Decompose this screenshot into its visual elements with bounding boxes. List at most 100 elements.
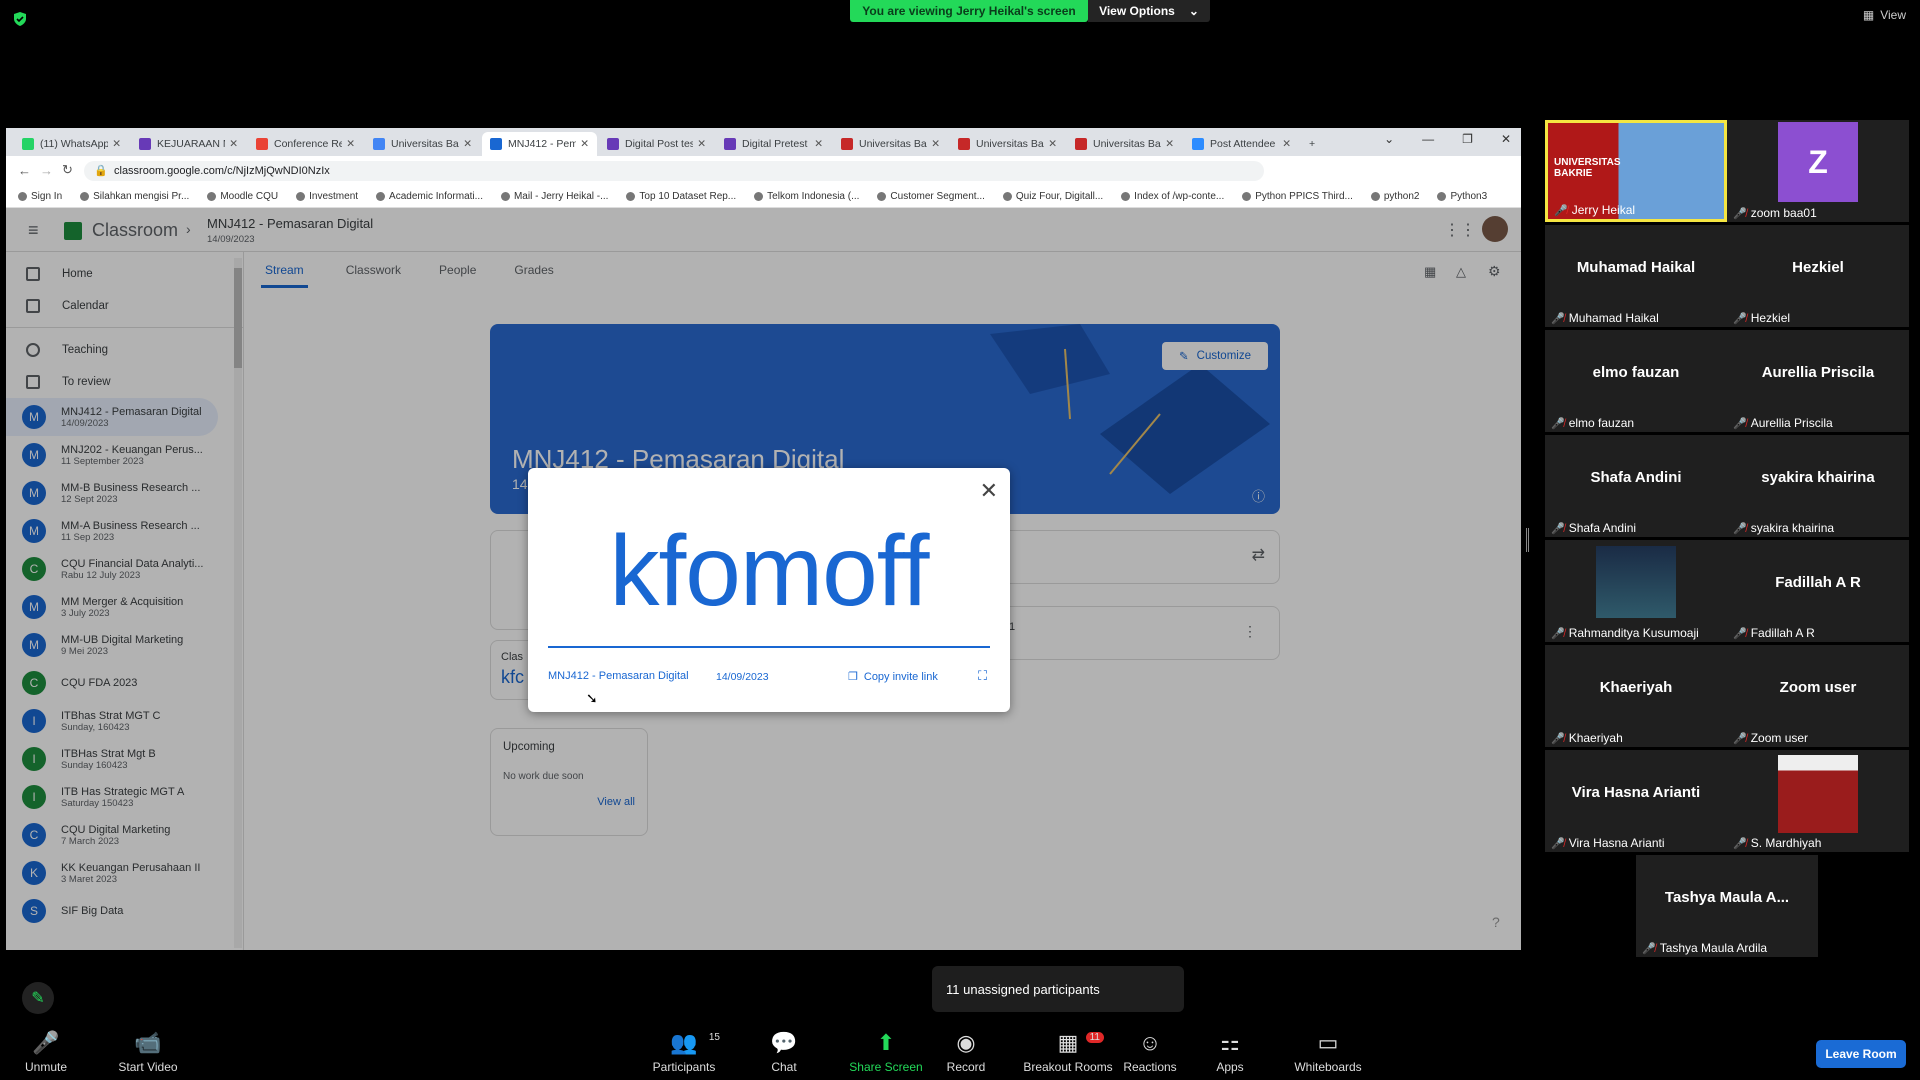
close-icon[interactable]: ✕ bbox=[980, 478, 998, 504]
bookmark-item[interactable]: Quiz Four, Digitall... bbox=[1002, 191, 1103, 202]
tab-close-icon[interactable]: ✕ bbox=[1048, 138, 1057, 150]
toolbar-whiteboards-button[interactable]: ▭ Whiteboards bbox=[1278, 1022, 1378, 1080]
security-shield-icon[interactable] bbox=[12, 11, 28, 27]
view-label: View bbox=[1880, 8, 1906, 22]
participant-tile[interactable]: Aurellia Priscila 🎤̸ Aurellia Priscila bbox=[1727, 330, 1909, 432]
participant-tile[interactable]: Muhamad Haikal 🎤̸ Muhamad Haikal bbox=[1545, 225, 1727, 327]
tab-close-icon[interactable]: ✕ bbox=[1165, 138, 1174, 150]
participant-tile[interactable]: Z 🎤̸ zoom baa01 bbox=[1727, 120, 1909, 222]
participant-tile[interactable]: 🎤̸ Rahmanditya Kusumoaji bbox=[1545, 540, 1727, 642]
participant-tile[interactable]: Tashya Maula A... 🎤̸ Tashya Maula Ardila bbox=[1636, 855, 1818, 957]
tab-close-icon[interactable]: ✕ bbox=[1282, 138, 1291, 150]
participant-label: 🎤̸ S. Mardhiyah bbox=[1733, 836, 1822, 850]
participant-name: Vira Hasna Arianti bbox=[1571, 783, 1701, 801]
copy-invite-link-button[interactable]: ❐ Copy invite link bbox=[848, 670, 938, 684]
bookmark-item[interactable]: Python PPICS Third... bbox=[1242, 191, 1353, 202]
url-field[interactable]: 🔒 classroom.google.com/c/NjIzMjQwNDI0NzI… bbox=[84, 161, 1264, 181]
toolbar-share-screen-button[interactable]: ⬆ Share Screen bbox=[836, 1022, 936, 1080]
leave-room-button[interactable]: Leave Room bbox=[1816, 1040, 1906, 1068]
view-button[interactable]: ▦ View bbox=[1863, 8, 1906, 22]
tab-close-icon[interactable]: ✕ bbox=[814, 138, 823, 150]
bookmark-item[interactable]: Mail - Jerry Heikal -... bbox=[500, 191, 608, 202]
browser-tab[interactable]: Universitas Bak ✕ bbox=[833, 132, 948, 156]
participant-tile[interactable]: elmo fauzan 🎤̸ elmo fauzan bbox=[1545, 330, 1727, 432]
restore-icon[interactable]: ❐ bbox=[1462, 132, 1473, 146]
bookmark-favicon-icon bbox=[80, 192, 90, 201]
bookmark-item[interactable]: Index of /wp-conte... bbox=[1121, 191, 1224, 202]
tab-search-icon[interactable]: ⌄ bbox=[1384, 132, 1394, 146]
close-window-icon[interactable]: ✕ bbox=[1501, 132, 1511, 146]
participant-tile[interactable]: Fadillah A R 🎤̸ Fadillah A R bbox=[1727, 540, 1909, 642]
bookmark-item[interactable]: Python3 bbox=[1437, 191, 1487, 202]
bookmark-item[interactable]: Moodle CQU bbox=[207, 191, 278, 202]
bookmark-item[interactable]: Telkom Indonesia (... bbox=[754, 191, 859, 202]
toolbar-reactions-button[interactable]: ☺ Reactions bbox=[1110, 1022, 1190, 1080]
mic-muted-icon: 🎤̸ bbox=[1551, 732, 1565, 745]
bookmark-item[interactable]: Sign In bbox=[18, 191, 62, 202]
browser-tab[interactable]: Universitas Bak ✕ bbox=[1067, 132, 1182, 156]
participant-name: Khaeriyah bbox=[1599, 678, 1673, 696]
tab-close-icon[interactable]: ✕ bbox=[931, 138, 940, 150]
minimize-icon[interactable]: — bbox=[1422, 132, 1434, 146]
bookmark-item[interactable]: Top 10 Dataset Rep... bbox=[626, 191, 736, 202]
mic-muted-icon: 🎤̸ bbox=[1733, 522, 1747, 535]
panel-resize-handle[interactable] bbox=[1526, 528, 1529, 552]
browser-tab[interactable]: Universitas Bak ✕ bbox=[950, 132, 1065, 156]
bookmark-item[interactable]: Customer Segment... bbox=[877, 191, 985, 202]
chat-icon: 💬 bbox=[770, 1030, 798, 1055]
participant-label: 🎤̸ Vira Hasna Arianti bbox=[1551, 836, 1665, 850]
toolbar-apps-button[interactable]: ⚏ Apps bbox=[1190, 1022, 1270, 1080]
bookmarks-bar: Sign In Silahkan mengisi Pr... Moodle CQU I… bbox=[6, 186, 1521, 208]
participant-label: 🎤̸ Fadillah A R bbox=[1733, 626, 1815, 640]
participant-tile[interactable]: 🎤̸ S. Mardhiyah bbox=[1727, 750, 1909, 852]
toolbar-record-button[interactable]: ◉ Record bbox=[926, 1022, 1006, 1080]
tab-close-icon[interactable]: ✕ bbox=[346, 138, 355, 150]
browser-tab[interactable]: Digital Post test ✕ bbox=[599, 132, 714, 156]
tab-close-icon[interactable]: ✕ bbox=[697, 138, 706, 150]
tab-close-icon[interactable]: ✕ bbox=[229, 138, 238, 150]
tab-close-icon[interactable]: ✕ bbox=[463, 138, 472, 150]
class-code-dialog: ✕ kfomoff MNJ412 - Pemasaran Digital 14/… bbox=[528, 468, 1010, 712]
participant-tile[interactable]: Zoom user 🎤̸ Zoom user bbox=[1727, 645, 1909, 747]
fullscreen-icon[interactable]: ⛶ bbox=[978, 668, 987, 684]
browser-tab[interactable]: Conference Reg✕ bbox=[248, 132, 363, 156]
toolbar-participants-button[interactable]: 👥 15 Participants bbox=[634, 1022, 734, 1080]
toolbar-chat-button[interactable]: 💬 Chat bbox=[744, 1022, 824, 1080]
participant-tile[interactable]: Shafa Andini 🎤̸ Shafa Andini bbox=[1545, 435, 1727, 537]
toolbar-unmute-button[interactable]: 🎤 Unmute bbox=[6, 1022, 86, 1080]
reload-icon[interactable]: ↻ bbox=[62, 162, 73, 178]
new-tab-icon[interactable]: + bbox=[1301, 132, 1331, 156]
universitas-bakrie-logo-text: UNIVERSITAS BAKRIE bbox=[1554, 157, 1621, 179]
participant-tile[interactable]: UNIVERSITAS BAKRIE 🎤̸ Jerry Heikal bbox=[1545, 120, 1727, 222]
participant-tile[interactable]: Vira Hasna Arianti 🎤̸ Vira Hasna Arianti bbox=[1545, 750, 1727, 852]
bookmark-item[interactable]: python2 bbox=[1370, 191, 1419, 202]
browser-tab[interactable]: (11) WhatsApp ✕ bbox=[14, 132, 129, 156]
participant-tile[interactable]: Khaeriyah 🎤̸ Khaeriyah bbox=[1545, 645, 1727, 747]
toolbar-breakout-rooms-button[interactable]: ▦ 11 Breakout Rooms bbox=[1018, 1022, 1118, 1080]
annotate-pencil-icon[interactable]: ✎ bbox=[22, 982, 54, 1014]
view-options-button[interactable]: View Options ⌄ bbox=[1088, 0, 1210, 22]
participant-tile[interactable]: Hezkiel 🎤̸ Hezkiel bbox=[1727, 225, 1909, 327]
bookmark-favicon-icon bbox=[754, 192, 764, 201]
tab-favicon-icon bbox=[490, 138, 502, 150]
class-code: kfomoff bbox=[609, 515, 929, 627]
apps-icon: ⚏ bbox=[1220, 1030, 1240, 1055]
toolbar-start-video-button[interactable]: 📹 Start Video bbox=[98, 1022, 198, 1080]
browser-tab[interactable]: KEJUARAAN NA✕ bbox=[131, 132, 246, 156]
browser-tab[interactable]: Post Attendee ✕ bbox=[1184, 132, 1299, 156]
participant-label: 🎤̸ Rahmanditya Kusumoaji bbox=[1551, 626, 1699, 640]
forward-icon[interactable]: → bbox=[40, 163, 53, 178]
tab-close-icon[interactable]: ✕ bbox=[580, 138, 589, 150]
browser-tab[interactable]: Universitas Bak ✕ bbox=[365, 132, 480, 156]
mic-muted-icon: 🎤̸ bbox=[1733, 312, 1747, 325]
tab-close-icon[interactable]: ✕ bbox=[112, 138, 121, 150]
toolbar-badge: 15 bbox=[708, 1032, 720, 1043]
browser-tab-active[interactable]: MNJ412 - Pema✕ bbox=[482, 132, 597, 156]
participant-tile[interactable]: syakira khairina 🎤̸ syakira khairina bbox=[1727, 435, 1909, 537]
participant-video bbox=[1778, 755, 1858, 833]
bookmark-item[interactable]: Silahkan mengisi Pr... bbox=[80, 191, 189, 202]
bookmark-item[interactable]: Academic Informati... bbox=[376, 191, 483, 202]
browser-tab[interactable]: Digital Pretest 1 ✕ bbox=[716, 132, 831, 156]
back-icon[interactable]: ← bbox=[18, 163, 31, 178]
bookmark-item[interactable]: Investment bbox=[296, 191, 358, 202]
